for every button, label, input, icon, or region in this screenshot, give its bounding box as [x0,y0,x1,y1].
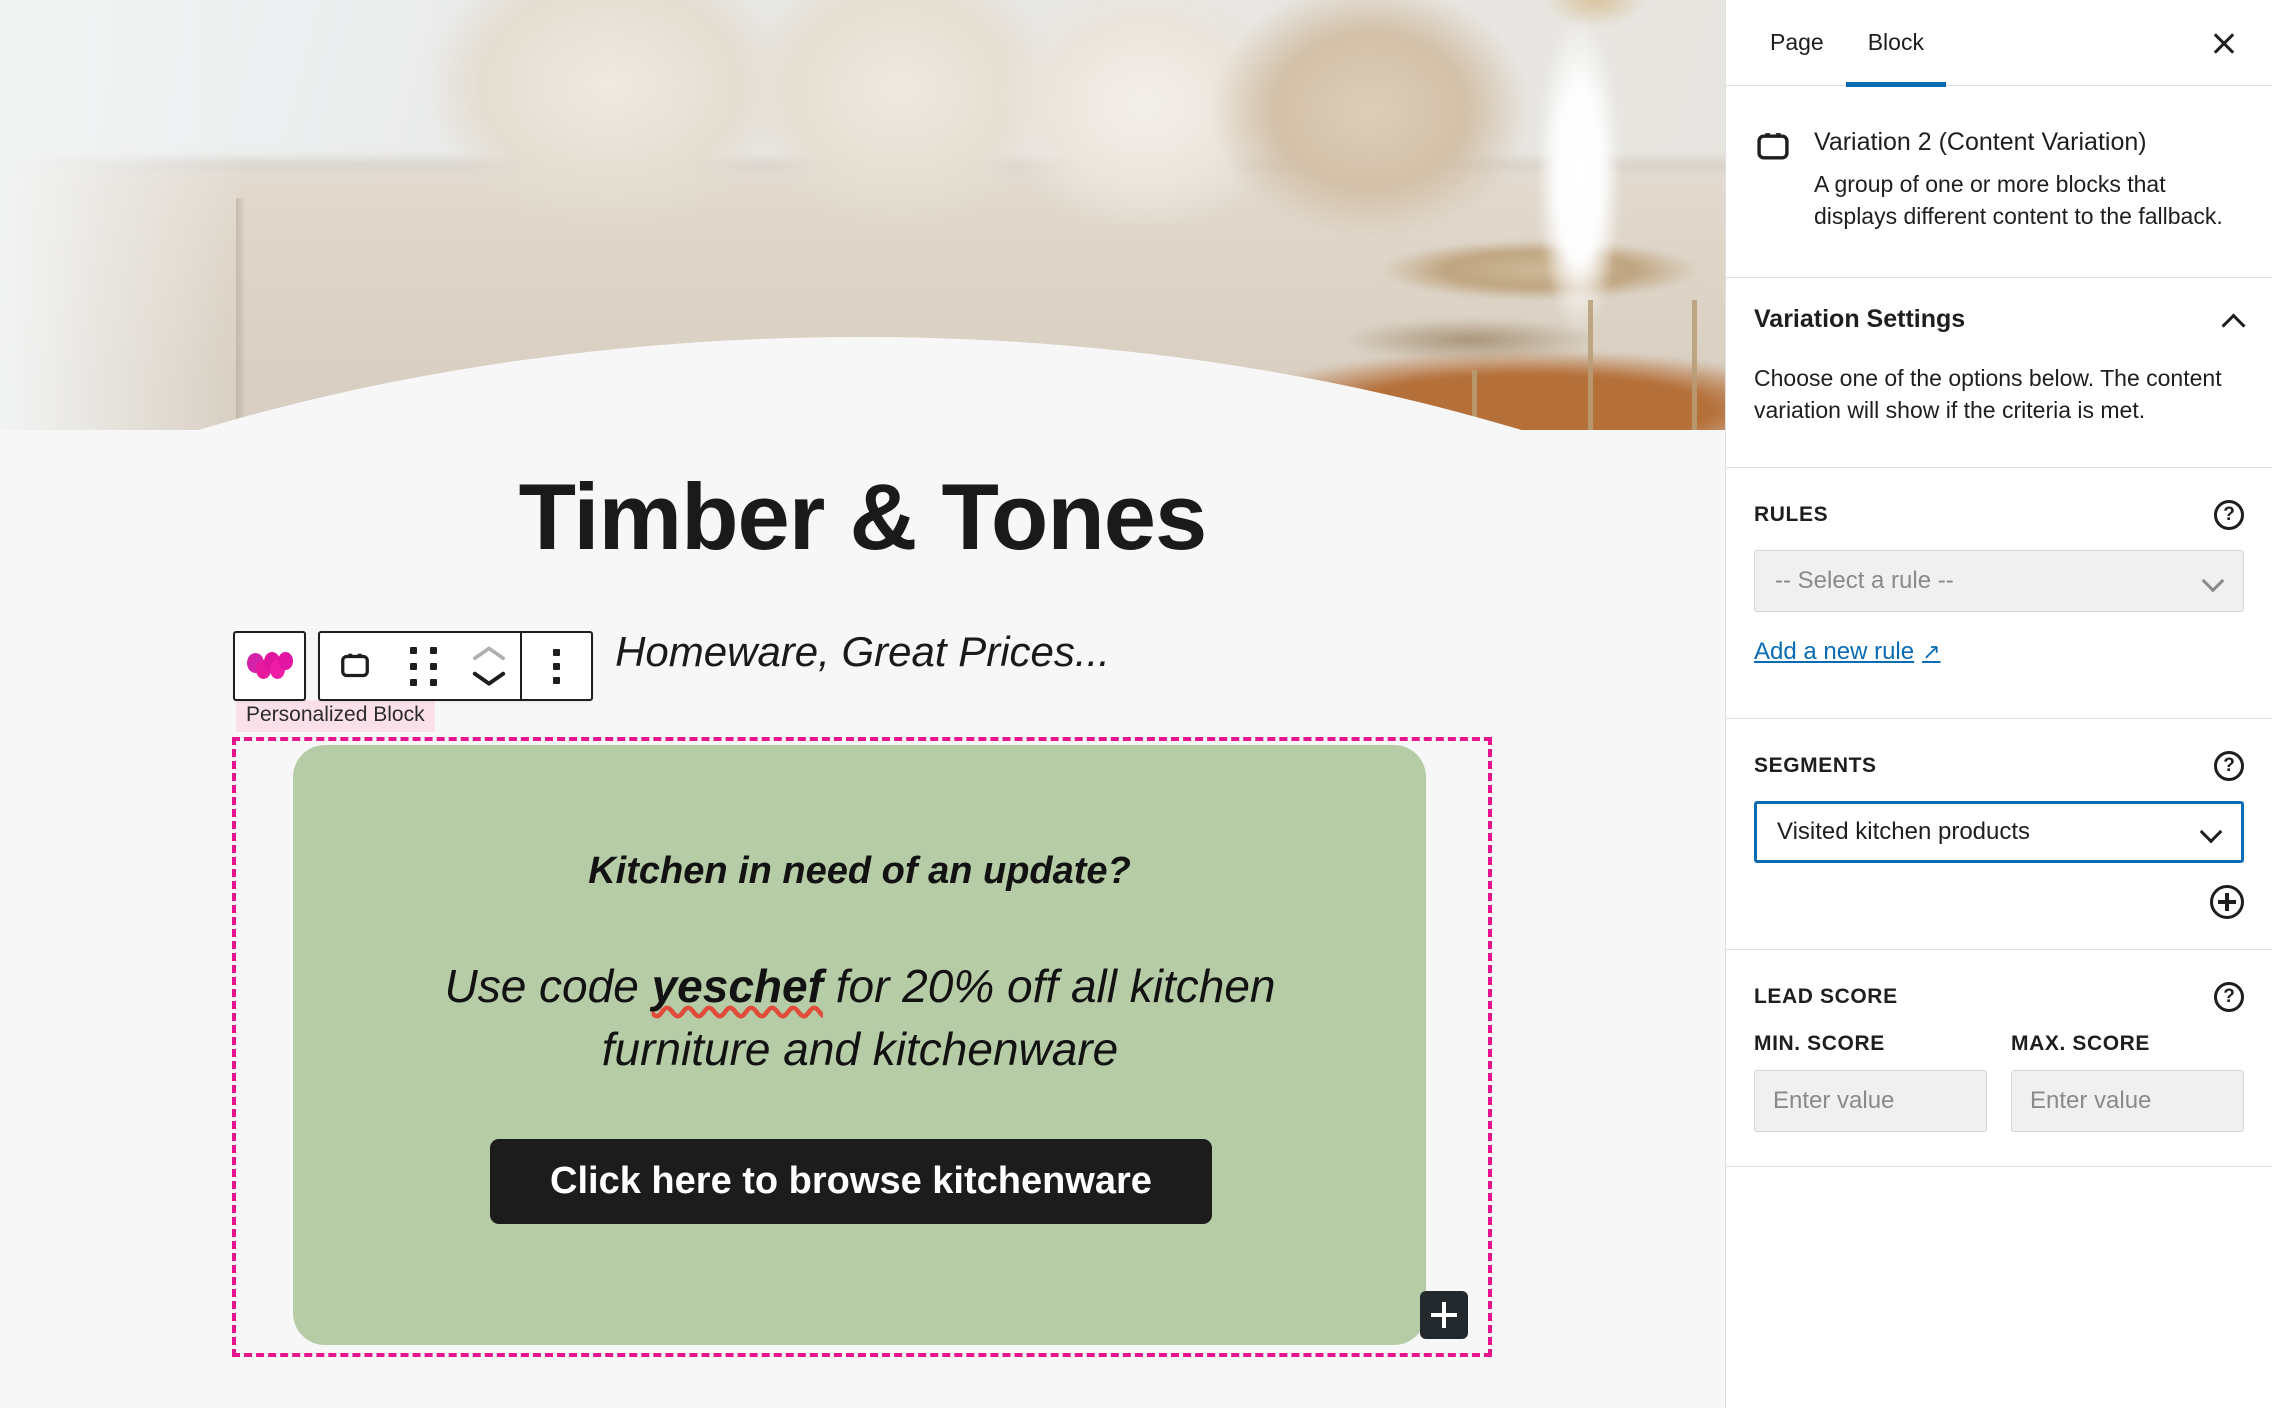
variation-promo-code: yeschef [651,960,823,1012]
block-card-icon-wrap [1754,126,1792,233]
lead-score-label: LEAD SCORE [1754,985,1898,1009]
block-toolbar [233,631,593,701]
variation-settings-description: Choose one of the options below. The con… [1754,364,2222,424]
plus-icon [1431,1302,1457,1328]
more-vertical-icon [553,648,560,684]
group-block-icon [340,653,369,678]
lead-score-section: LEAD SCORE ? MIN. SCORE MAX. SCORE [1726,950,2272,1166]
group-block-icon [1757,133,1789,160]
app-root: Timber & Tones Homeware, Great Prices...… [0,0,2272,1408]
toolbar-group-plugin [233,631,306,701]
chevron-up-icon[interactable] [472,644,506,664]
chevron-down-icon [2203,575,2223,587]
block-appender-button[interactable] [1420,1291,1468,1339]
max-score-field: MAX. SCORE [2011,1032,2244,1133]
help-icon[interactable]: ? [2214,500,2244,531]
chevron-down-icon [2201,826,2221,838]
lead-score-section-header: LEAD SCORE ? [1754,950,2244,1032]
segment-select-value: Visited kitchen products [1777,818,2031,846]
block-mover[interactable] [458,633,520,699]
tab-block[interactable]: Block [1845,0,1947,87]
divider [1726,1166,2272,1168]
settings-sidebar: Page Block Variation 2 (Content Variatio… [1725,0,2272,1408]
sidebar-tabs: Page Block [1726,0,2272,87]
close-icon [2211,30,2237,56]
chevron-down-icon[interactable] [472,668,506,688]
hero-wall [0,0,240,430]
variation-paragraph-prefix: Use code [444,960,652,1012]
chevron-up-icon[interactable] [2222,314,2244,326]
table-leg [1588,300,1593,430]
max-score-input[interactable] [2011,1070,2244,1133]
block-info-card: Variation 2 (Content Variation) A group … [1726,86,2272,278]
editor-canvas: Timber & Tones Homeware, Great Prices...… [0,0,1725,1408]
add-segment-icon[interactable] [2210,885,2244,920]
rules-label: RULES [1754,503,1829,527]
variation-settings-title: Variation Settings [1754,305,1966,334]
segment-select[interactable]: Visited kitchen products [1754,801,2244,864]
block-options-button[interactable] [522,633,591,699]
block-type-button[interactable] [320,633,389,699]
rule-select-value: -- Select a rule -- [1775,567,1954,595]
segments-section-header: SEGMENTS ? [1754,719,2244,801]
rule-select[interactable]: -- Select a rule -- [1754,550,2244,613]
personalization-w-logo-icon [246,652,293,680]
rules-section: RULES ? -- Select a rule -- Add a new ru… [1726,468,2272,718]
drag-dots-icon [410,646,437,686]
personalization-logo-button[interactable] [235,633,304,699]
hero-sofa-edge [236,198,246,430]
browse-kitchenware-button[interactable]: Click here to browse kitchenware [490,1139,1212,1224]
variation-settings-panel: Variation Settings Choose one of the opt… [1726,278,2272,467]
min-score-field: MIN. SCORE [1754,1032,1987,1133]
external-link-icon: ↗ [1922,639,1941,665]
variation-heading: Kitchen in need of an update? [588,850,1131,892]
min-score-input[interactable] [1754,1070,1987,1133]
segments-section: SEGMENTS ? Visited kitchen products [1726,719,2272,949]
variation-settings-panel-header[interactable]: Variation Settings [1754,278,2244,362]
max-score-label: MAX. SCORE [2011,1032,2151,1056]
block-card-text: Variation 2 (Content Variation) A group … [1814,126,2232,233]
page-title: Timber & Tones [518,464,1208,569]
add-segment-row [1754,863,2244,949]
drag-handle-button[interactable] [389,633,458,699]
toolbar-group-block [318,631,593,701]
table-leg [1692,300,1697,430]
rules-section-header: RULES ? [1754,468,2244,550]
close-sidebar-button[interactable] [2200,19,2248,67]
add-new-rule-label: Add a new rule [1754,638,1915,666]
help-icon[interactable]: ? [2214,982,2244,1013]
block-card-description: A group of one or more blocks that displ… [1814,170,2223,230]
block-label-badge: Personalized Block [236,700,435,733]
segments-label: SEGMENTS [1754,754,1877,778]
block-card-title: Variation 2 (Content Variation) [1814,128,2147,156]
lead-score-fields: MIN. SCORE MAX. SCORE [1754,1032,2244,1166]
tab-page[interactable]: Page [1748,0,1846,86]
add-new-rule-link[interactable]: Add a new rule ↗ [1754,638,1941,666]
variation-paragraph: Use code yeschef for 20% off all kitchen… [360,955,1360,1082]
min-score-label: MIN. SCORE [1754,1032,1885,1056]
help-icon[interactable]: ? [2214,751,2244,782]
